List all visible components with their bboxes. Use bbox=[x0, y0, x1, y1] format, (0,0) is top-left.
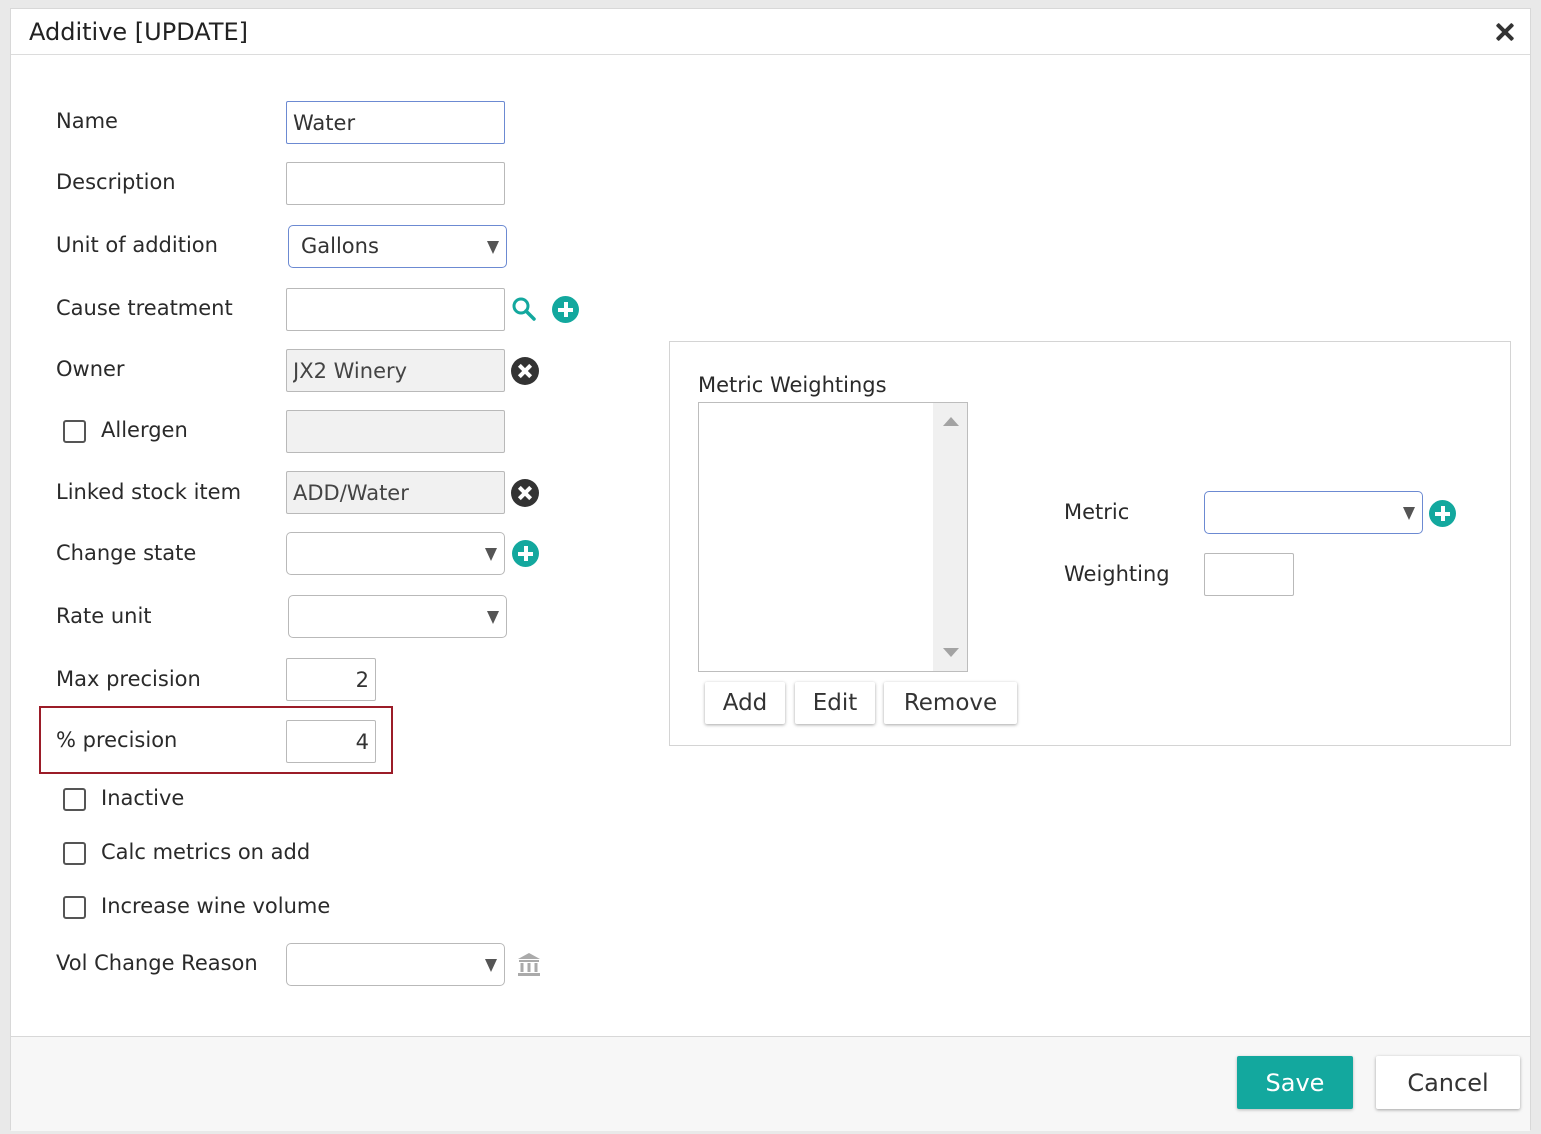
linked-stock-item-input[interactable] bbox=[286, 471, 505, 514]
clear-linked-stock-item-icon[interactable] bbox=[511, 479, 539, 507]
name-input[interactable] bbox=[286, 101, 505, 144]
weighting-input[interactable] bbox=[1204, 553, 1294, 596]
cause-treatment-label: Cause treatment bbox=[56, 296, 233, 320]
max-precision-input[interactable] bbox=[286, 658, 376, 701]
metric-weightings-list[interactable] bbox=[698, 402, 968, 672]
additive-dialog: Additive [UPDATE] Name Description Unit … bbox=[10, 8, 1531, 1131]
description-label: Description bbox=[56, 170, 176, 194]
calc-metrics-on-add-label: Calc metrics on add bbox=[101, 840, 311, 864]
unit-of-addition-label: Unit of addition bbox=[56, 233, 218, 257]
pct-precision-label: % precision bbox=[56, 728, 178, 752]
add-change-state-icon[interactable] bbox=[512, 540, 539, 567]
dialog-titlebar: Additive [UPDATE] bbox=[11, 9, 1530, 55]
edit-weighting-button[interactable]: Edit bbox=[795, 682, 875, 724]
linked-stock-item-label: Linked stock item bbox=[56, 480, 242, 504]
allergen-input[interactable] bbox=[286, 410, 505, 453]
metric-weightings-title: Metric Weightings bbox=[698, 373, 887, 397]
scrollbar[interactable] bbox=[933, 403, 967, 671]
metric-weightings-panel: Metric Weightings Add Edit Remove Metric… bbox=[669, 341, 1511, 746]
add-weighting-button[interactable]: Add bbox=[705, 682, 785, 724]
search-icon[interactable] bbox=[511, 296, 537, 322]
close-icon[interactable] bbox=[1494, 21, 1516, 43]
rate-unit-label: Rate unit bbox=[56, 604, 152, 628]
change-state-label: Change state bbox=[56, 541, 197, 565]
remove-weighting-button[interactable]: Remove bbox=[884, 682, 1017, 724]
chevron-down-icon bbox=[487, 241, 499, 254]
bank-icon[interactable] bbox=[516, 951, 542, 977]
owner-input[interactable] bbox=[286, 349, 505, 392]
metric-label: Metric bbox=[1064, 500, 1130, 524]
save-button[interactable]: Save bbox=[1237, 1056, 1353, 1109]
max-precision-label: Max precision bbox=[56, 667, 201, 691]
pct-precision-input[interactable] bbox=[286, 720, 376, 763]
vol-change-reason-label: Vol Change Reason bbox=[56, 951, 258, 975]
scroll-up-icon[interactable] bbox=[943, 417, 959, 426]
vol-change-reason-select[interactable] bbox=[286, 943, 505, 986]
chevron-down-icon bbox=[487, 611, 499, 624]
weighting-label: Weighting bbox=[1064, 562, 1170, 586]
chevron-down-icon bbox=[485, 548, 497, 561]
inactive-checkbox[interactable] bbox=[63, 788, 86, 811]
clear-owner-icon[interactable] bbox=[511, 357, 539, 385]
increase-wine-volume-checkbox[interactable] bbox=[63, 896, 86, 919]
dialog-footer: Save Cancel bbox=[11, 1036, 1530, 1131]
scroll-down-icon[interactable] bbox=[943, 648, 959, 657]
rate-unit-select[interactable] bbox=[288, 595, 507, 638]
add-cause-treatment-icon[interactable] bbox=[552, 296, 579, 323]
add-metric-icon[interactable] bbox=[1429, 500, 1456, 527]
increase-wine-volume-label: Increase wine volume bbox=[101, 894, 331, 918]
inactive-label: Inactive bbox=[101, 786, 185, 810]
description-input[interactable] bbox=[286, 162, 505, 205]
metric-select[interactable] bbox=[1204, 491, 1423, 534]
allergen-label: Allergen bbox=[101, 418, 188, 442]
allergen-checkbox[interactable] bbox=[63, 420, 86, 443]
calc-metrics-on-add-checkbox[interactable] bbox=[63, 842, 86, 865]
unit-of-addition-value: Gallons bbox=[301, 234, 379, 258]
chevron-down-icon bbox=[485, 959, 497, 972]
unit-of-addition-select[interactable]: Gallons bbox=[288, 225, 507, 268]
cancel-button[interactable]: Cancel bbox=[1376, 1056, 1520, 1109]
chevron-down-icon bbox=[1403, 507, 1415, 520]
change-state-select[interactable] bbox=[286, 532, 505, 575]
owner-label: Owner bbox=[56, 357, 125, 381]
dialog-title: Additive [UPDATE] bbox=[29, 18, 249, 46]
name-label: Name bbox=[56, 109, 118, 133]
cause-treatment-input[interactable] bbox=[286, 288, 505, 331]
